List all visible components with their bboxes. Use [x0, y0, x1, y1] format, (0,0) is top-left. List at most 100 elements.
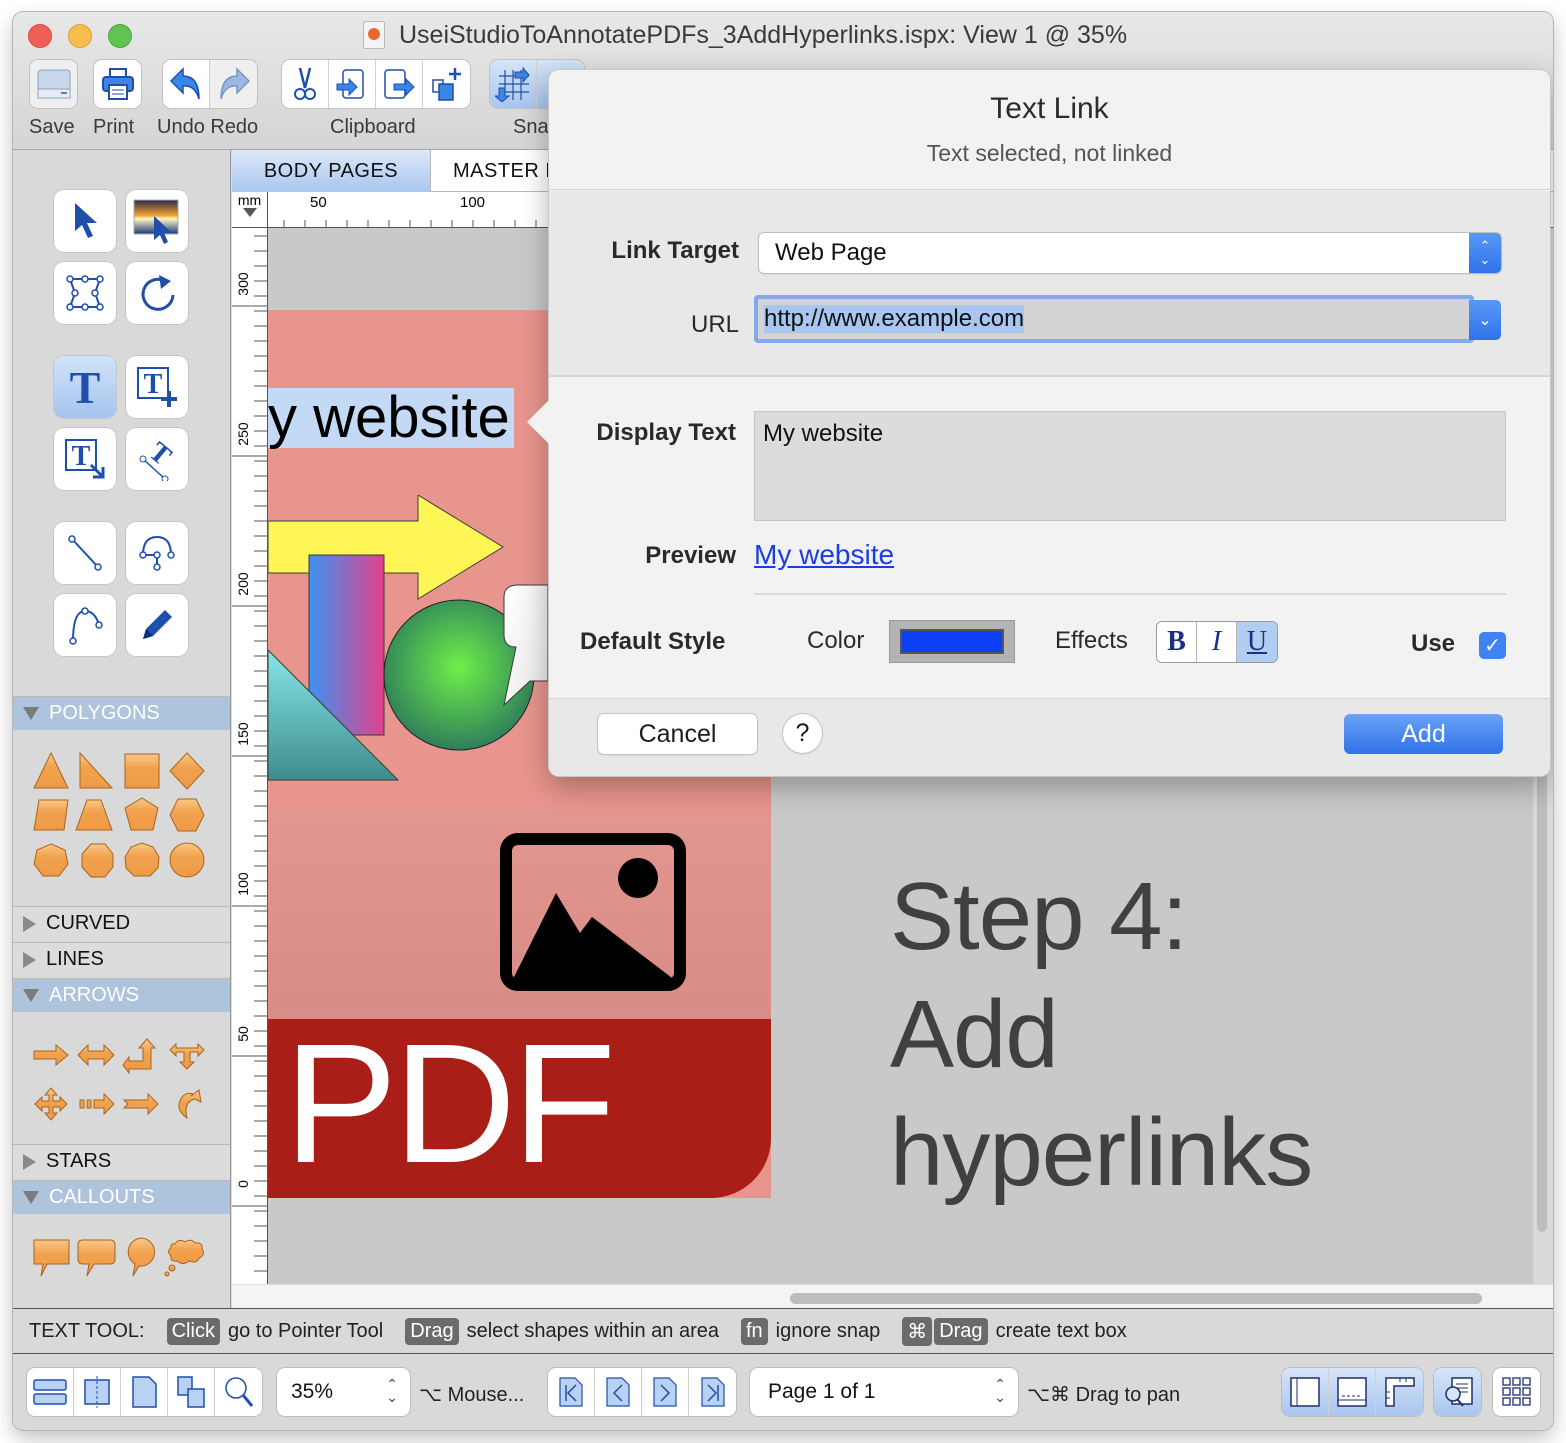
underline-toggle[interactable]: U	[1237, 622, 1277, 662]
duplicate-button[interactable]	[423, 60, 470, 108]
text-fit-tool[interactable]: T	[54, 428, 116, 490]
hint-text: go to Pointer Tool	[227, 1319, 384, 1342]
bent-arrow-shape-icon[interactable]	[122, 1038, 157, 1075]
maximize-window-button[interactable]	[108, 24, 132, 48]
bottom-toolbar: 35% ⌃ ⌄ ⌥ Mouse... Page 1 of 1 ⌃ ⌄ ⌥⌘ Drag…	[13, 1354, 1553, 1430]
zoom-stepper[interactable]: 35% ⌃ ⌄	[277, 1368, 410, 1416]
section-lines[interactable]: LINES	[13, 942, 230, 976]
thumbnail-grid-button[interactable]	[1493, 1368, 1540, 1416]
overlap-view-button[interactable]	[168, 1368, 215, 1416]
link-color-well[interactable]	[889, 620, 1015, 663]
redo-button[interactable]	[210, 60, 257, 108]
print-button[interactable]	[94, 60, 141, 108]
square-shape-icon[interactable]	[124, 753, 160, 789]
toggle-rulers-button[interactable]	[1376, 1368, 1423, 1416]
url-input[interactable]: http://www.example.com	[754, 295, 1474, 343]
right-arrow-shape-icon[interactable]	[33, 1043, 69, 1067]
thought-callout-shape-icon[interactable]	[168, 1239, 204, 1264]
parallelogram-shape-icon[interactable]	[33, 799, 69, 831]
snap-to-grid-button[interactable]	[490, 60, 537, 108]
single-page-button[interactable]	[121, 1368, 168, 1416]
toggle-bottom-panel-button[interactable]	[1329, 1368, 1376, 1416]
section-arrows[interactable]: ARROWS	[13, 978, 230, 1012]
stepper-arrows-icon[interactable]: ⌃ ⌄	[386, 1377, 398, 1404]
page-stepper[interactable]: Page 1 of 1 ⌃ ⌄	[750, 1368, 1018, 1416]
image-placeholder-icon[interactable]	[500, 833, 686, 991]
horizontal-scrollbar[interactable]	[790, 1293, 1482, 1304]
grid-icon	[1501, 1377, 1531, 1406]
nonagon-shape-icon[interactable]	[124, 842, 160, 877]
add-button[interactable]: Add	[1344, 714, 1503, 754]
toggle-left-panel-button[interactable]	[1282, 1368, 1329, 1416]
section-polygons[interactable]: POLYGONS	[13, 696, 230, 730]
section-callouts[interactable]: CALLOUTS	[13, 1180, 230, 1214]
bezier-curve-icon	[139, 535, 175, 571]
decagon-shape-icon[interactable]	[169, 842, 205, 878]
copy-button[interactable]	[329, 60, 376, 108]
pointer-tool[interactable]	[54, 190, 116, 252]
hexagon-shape-icon[interactable]	[169, 798, 205, 832]
arc-tool[interactable]	[54, 594, 116, 656]
add-text-box-tool[interactable]: T	[126, 356, 188, 418]
reshape-tool[interactable]	[54, 262, 116, 324]
rect-callout-shape-icon[interactable]	[33, 1239, 70, 1277]
text-tool[interactable]: T	[54, 356, 116, 418]
trapezoid-shape-icon[interactable]	[75, 799, 113, 831]
quad-arrow-shape-icon[interactable]	[34, 1087, 68, 1121]
bezier-tool[interactable]	[126, 522, 188, 584]
first-page-button[interactable]	[548, 1368, 595, 1416]
ruler-tick-label: 150	[235, 722, 251, 746]
image-pointer-tool[interactable]	[126, 190, 188, 252]
use-default-style-checkbox[interactable]: ✓	[1479, 632, 1506, 659]
help-button[interactable]: ?	[783, 714, 822, 753]
section-curved[interactable]: CURVED	[13, 906, 230, 940]
link-target-label: Link Target	[611, 237, 739, 264]
pentagon-shape-icon[interactable]	[124, 797, 159, 831]
cut-button[interactable]	[282, 60, 329, 108]
paste-button[interactable]	[376, 60, 423, 108]
zoom-tool-button[interactable]	[215, 1368, 262, 1416]
cancel-button[interactable]: Cancel	[598, 714, 757, 754]
double-arrow-shape-icon[interactable]	[77, 1043, 115, 1067]
italic-toggle[interactable]: I	[1197, 622, 1237, 662]
text-on-line-tool[interactable]: T	[126, 428, 188, 490]
line-tool[interactable]	[54, 522, 116, 584]
url-history-dropdown[interactable]: ⌄	[1469, 300, 1501, 340]
next-page-button[interactable]	[642, 1368, 689, 1416]
last-page-button[interactable]	[689, 1368, 736, 1416]
tab-body-pages[interactable]: BODY PAGES	[232, 150, 431, 192]
octagon-shape-icon[interactable]	[81, 843, 114, 878]
rounded-callout-shape-icon[interactable]	[77, 1239, 116, 1277]
triangle-shape-icon[interactable]	[33, 751, 69, 789]
ruler-unit-selector[interactable]: mm	[232, 192, 268, 228]
disk-icon	[37, 69, 70, 99]
heptagon-shape-icon[interactable]	[33, 843, 69, 877]
pencil-tool[interactable]	[126, 594, 188, 656]
section-stars[interactable]: STARS	[13, 1144, 230, 1178]
facing-view-button[interactable]	[74, 1368, 121, 1416]
notched-arrow-shape-icon[interactable]	[122, 1092, 159, 1116]
undo-button[interactable]	[163, 60, 210, 108]
stepper-arrows-icon[interactable]: ⌃ ⌄	[994, 1377, 1006, 1404]
link-target-select[interactable]: Web Page ⌃ ⌄	[759, 233, 1501, 273]
inspector-button[interactable]	[1434, 1368, 1481, 1416]
close-window-button[interactable]	[28, 24, 52, 48]
bold-toggle[interactable]: B	[1157, 622, 1197, 662]
right-triangle-shape-icon[interactable]	[79, 751, 114, 789]
minimize-window-button[interactable]	[68, 24, 92, 48]
striped-arrow-shape-icon[interactable]	[79, 1092, 115, 1116]
selected-link-text[interactable]: y website	[268, 388, 514, 448]
vertical-scrollbar[interactable]	[1537, 712, 1547, 1232]
continuous-view-button[interactable]	[27, 1368, 74, 1416]
t-arrow-shape-icon[interactable]	[169, 1042, 205, 1070]
oval-callout-shape-icon[interactable]	[127, 1237, 156, 1277]
display-text-input[interactable]: My website	[754, 411, 1506, 521]
save-button[interactable]	[30, 60, 77, 108]
diamond-shape-icon[interactable]	[169, 752, 205, 790]
yellow-arrow-shape[interactable]	[268, 495, 504, 600]
step-heading[interactable]: Step 4: Add hyperlinks	[890, 858, 1313, 1212]
previous-page-button[interactable]	[595, 1368, 642, 1416]
curved-arrow-shape-icon[interactable]	[178, 1089, 202, 1120]
text-box-resize-icon: T	[65, 439, 105, 479]
rotate-tool[interactable]	[126, 262, 188, 324]
